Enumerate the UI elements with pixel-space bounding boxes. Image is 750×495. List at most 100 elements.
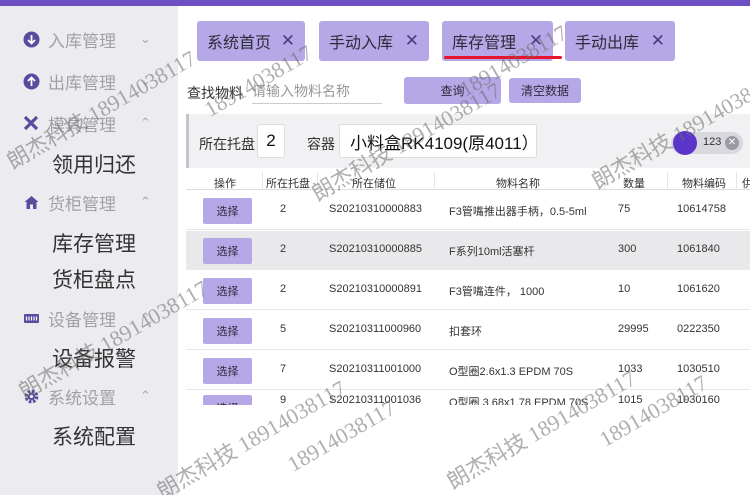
tab-label: 手动出库 [575, 35, 640, 52]
cell-name: F3管嘴推出器手柄，0.5-5ml [449, 206, 587, 218]
column-header-code: 物料编码 [682, 178, 726, 190]
table-row[interactable]: 选择 2 S20210310000891 F3管嘴连件， 1000 10 106… [186, 271, 750, 310]
sidebar-item-label: 模具管理 [48, 115, 116, 135]
table-row[interactable]: 选择 2 S20210310000885 F系列10ml活塞杆 300 1061… [186, 231, 750, 270]
sidebar-subitem-inventory[interactable]: 库存管理 [52, 228, 136, 258]
tab-label: 库存管理 [452, 35, 517, 52]
cell-tray: 7 [280, 363, 287, 375]
toggle-knob[interactable] [673, 131, 697, 155]
cell-slot: S20210311000960 [329, 323, 422, 335]
sidebar-subitem-stocktake[interactable]: 货柜盘点 [52, 264, 136, 294]
sidebar-item-label: 设备管理 [48, 310, 116, 330]
column-header-name: 物料名称 [496, 178, 540, 190]
sidebar-item-label: 货柜管理 [48, 194, 116, 214]
close-icon[interactable]: ✕ [651, 31, 665, 51]
cell-quantity: 1033 [618, 363, 643, 375]
column-divider [317, 172, 318, 190]
device-icon [23, 310, 40, 327]
cell-code: 1061840 [677, 243, 720, 255]
toggle-value: 123 [703, 136, 722, 148]
cell-slot: S20210310000891 [329, 283, 422, 295]
arrow-up-circle-icon [23, 73, 40, 90]
sidebar-item-system[interactable]: 系统设置 ⌃ [0, 378, 178, 414]
search-label: 查找物料 [187, 85, 243, 101]
cell-quantity: 75 [618, 203, 631, 215]
column-header-action: 操作 [214, 178, 236, 190]
column-header-slot: 所在储位 [352, 178, 396, 190]
tab-label: 系统首页 [207, 35, 272, 52]
cell-tray: 9 [280, 394, 287, 405]
select-button[interactable]: 选择 [203, 358, 252, 384]
container-label: 容器 [307, 136, 335, 152]
cell-slot: S20210310000883 [329, 203, 422, 215]
chevron-down-icon: ⌄ [140, 31, 151, 46]
cell-name: O型圈2.6x1.3 EPDM 70S [449, 366, 574, 378]
sidebar-item-label: 入库管理 [48, 31, 116, 51]
gear-icon [23, 388, 40, 405]
cell-code: 0222350 [677, 323, 720, 335]
table-row[interactable]: 选择 7 S20210311001000 O型圈2.6x1.3 EPDM 70S… [186, 351, 750, 390]
tab-manual-outbound[interactable]: 手动出库 ✕ [565, 21, 675, 61]
clear-data-button[interactable]: 清空数据 [509, 78, 581, 103]
sidebar-item-outbound[interactable]: 出库管理 ⌄ [0, 63, 178, 99]
column-divider [262, 172, 263, 190]
select-button[interactable]: 选择 [203, 278, 252, 304]
sidebar-item-label: 系统设置 [48, 388, 116, 408]
table-row[interactable]: 选择 2 S20210310000883 F3管嘴推出器手柄，0.5-5ml 7… [186, 191, 750, 230]
cell-tray: 2 [280, 243, 287, 255]
container-value-field[interactable]: 小料盒RK4109(原4011） [339, 124, 537, 158]
sidebar-item-mold[interactable]: 模具管理 ⌃ [0, 105, 178, 141]
arrow-down-circle-icon [23, 31, 40, 48]
tab-manual-inbound[interactable]: 手动入库 ✕ [319, 21, 429, 61]
tools-icon [23, 115, 40, 132]
search-input[interactable] [252, 78, 382, 104]
close-icon[interactable]: ✕ [529, 31, 543, 51]
cell-quantity: 10 [618, 283, 631, 295]
chevron-up-icon: ⌃ [140, 310, 151, 325]
column-divider [736, 172, 737, 190]
close-icon[interactable]: ✕ [281, 31, 295, 51]
cell-slot: S20210310000885 [329, 243, 422, 255]
sidebar-subitem-system-config[interactable]: 系统配置 [52, 421, 136, 451]
sidebar-item-label: 出库管理 [48, 73, 116, 93]
watermark-phone: 18914038117 [283, 394, 400, 477]
tab-label: 手动入库 [329, 35, 394, 52]
cell-tray: 2 [280, 203, 287, 215]
cell-code: 1030160 [677, 394, 720, 405]
chevron-up-icon: ⌃ [140, 115, 151, 130]
chevron-up-icon: ⌃ [140, 194, 151, 209]
tab-inventory[interactable]: 库存管理 ✕ [442, 21, 553, 61]
cell-name: F3管嘴连件， 1000 [449, 286, 545, 298]
select-button[interactable]: 选择 [203, 238, 252, 264]
chevron-down-icon: ⌄ [140, 73, 151, 88]
cell-quantity: 29995 [618, 323, 649, 335]
close-icon[interactable]: ✕ [405, 31, 419, 51]
tray-toggle[interactable]: 123 ✕ [671, 131, 743, 155]
sidebar-item-device[interactable]: 设备管理 ⌃ [0, 300, 178, 336]
table-header: 操作 所在托盘 所在储位 物料名称 数量 物料编码 供 [186, 172, 750, 190]
column-header-tray: 所在托盘 [266, 178, 310, 190]
select-button[interactable]: 选择 [203, 318, 252, 344]
query-button[interactable]: 查询 [404, 77, 501, 104]
cell-name: F系列10ml活塞杆 [449, 246, 535, 258]
cell-code: 10614758 [677, 203, 726, 215]
sidebar: 入库管理 ⌄ 出库管理 ⌄ 模具管理 ⌃ 领用归还 货柜管理 ⌃ 库存管理 货柜… [0, 6, 178, 495]
column-divider [604, 172, 605, 190]
cell-quantity: 300 [618, 243, 637, 255]
close-icon[interactable]: ✕ [725, 136, 739, 150]
select-button[interactable]: 选择 [203, 198, 252, 224]
sidebar-item-inbound[interactable]: 入库管理 ⌄ [0, 21, 178, 57]
sidebar-subitem-borrow-return[interactable]: 领用归还 [52, 149, 136, 179]
select-button[interactable]: 选择 [203, 395, 252, 405]
cell-name: 扣套环 [449, 326, 482, 338]
table-row[interactable]: 选择 5 S20210311000960 扣套环 29995 0222350 [186, 311, 750, 350]
sidebar-subitem-device-alarm[interactable]: 设备报警 [52, 343, 136, 373]
cell-tray: 5 [280, 323, 287, 335]
tab-home[interactable]: 系统首页 ✕ [197, 21, 305, 61]
table-row[interactable]: 选择 9 S20210311001036 O型圈 3.68x1.78 EPDM … [186, 391, 750, 405]
tray-value-field[interactable]: 2 [257, 124, 285, 158]
cell-code: 1061620 [677, 283, 720, 295]
sidebar-item-cabinet[interactable]: 货柜管理 ⌃ [0, 184, 178, 220]
cell-quantity: 1015 [618, 394, 643, 405]
column-header-supplier: 供 [742, 178, 750, 190]
